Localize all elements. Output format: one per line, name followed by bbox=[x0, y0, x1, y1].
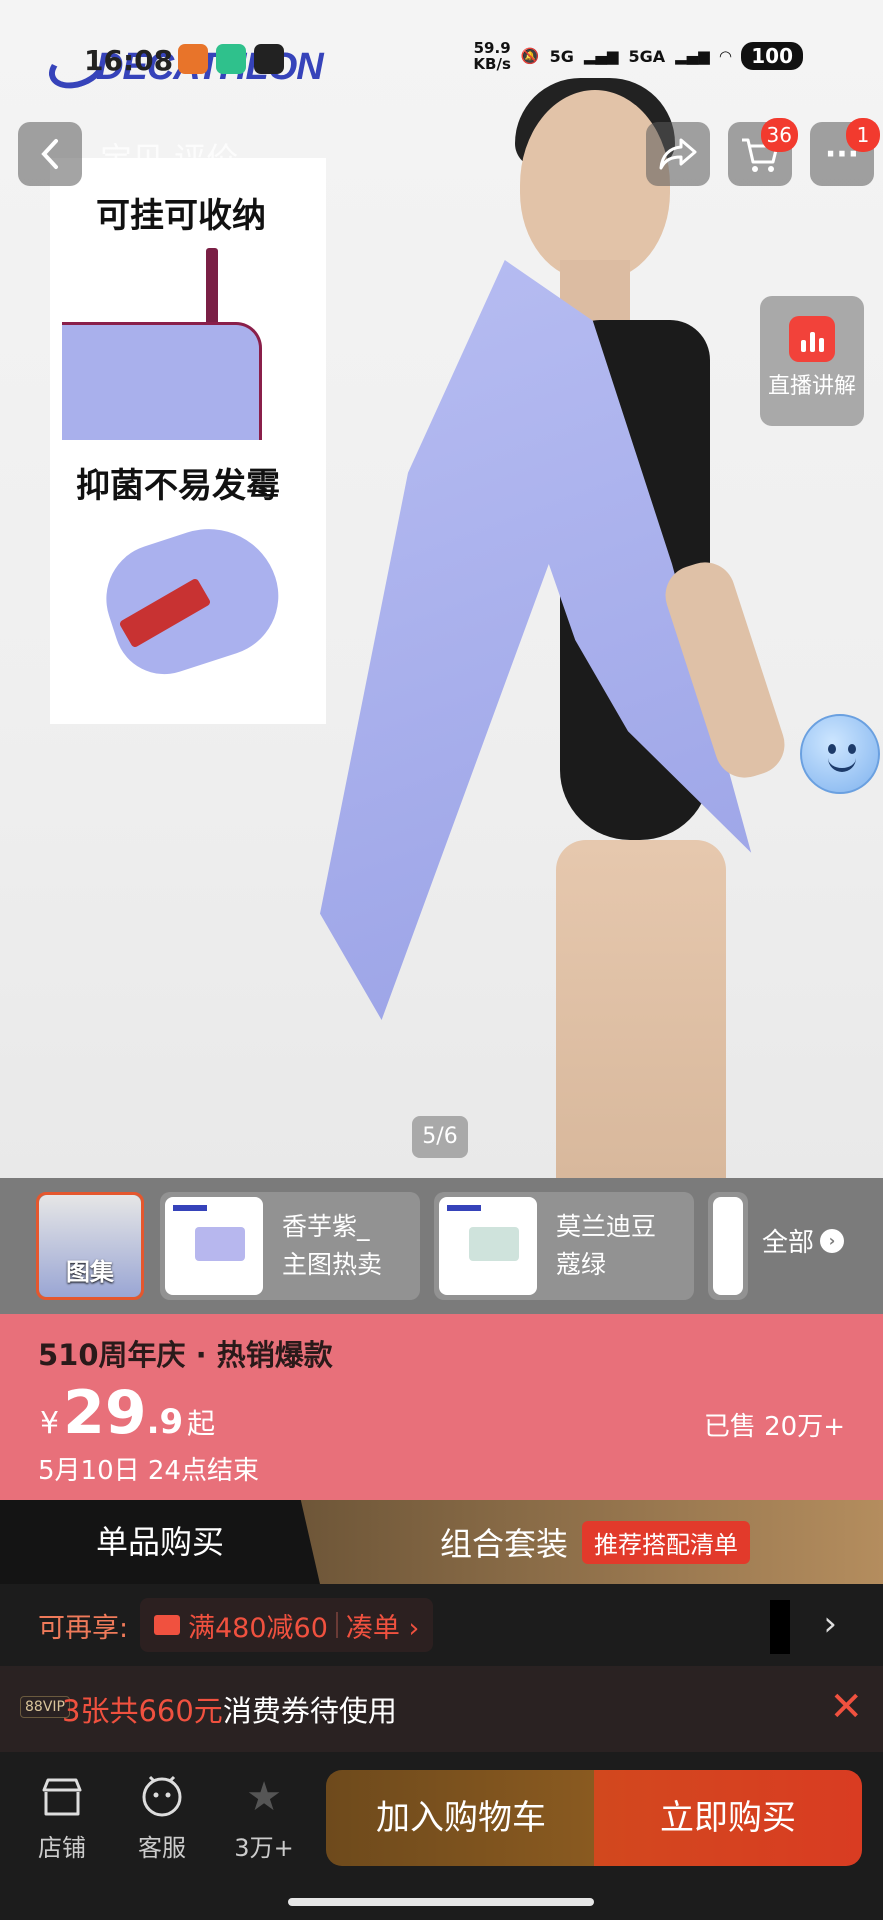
app-notification-icon bbox=[216, 44, 246, 74]
variant-label: 香芋紫_ 主图热卖 bbox=[282, 1212, 383, 1279]
feature-card: 可挂可收纳 抑菌不易发霉 bbox=[50, 158, 326, 724]
variant-label: 莫兰迪豆 蔻绿 bbox=[556, 1212, 657, 1279]
chevron-right-icon[interactable]: › bbox=[823, 1604, 837, 1644]
smiley-eye bbox=[828, 744, 836, 754]
status-app-icons bbox=[178, 44, 284, 74]
variant-partial[interactable] bbox=[708, 1192, 748, 1300]
price: ¥ 29 .9 起 bbox=[40, 1378, 215, 1448]
feature-title-antibacterial: 抑菌不易发霉 bbox=[76, 466, 280, 506]
breadcrumb: 宝贝 评价 bbox=[100, 140, 239, 178]
variant-taro-purple[interactable]: 香芋紫_ 主图热卖 bbox=[160, 1192, 420, 1300]
assistant-smiley-icon[interactable] bbox=[800, 714, 880, 794]
divider bbox=[335, 1612, 338, 1638]
extra-discount-row[interactable]: 可再享: 满480减60 凑单 › › bbox=[0, 1584, 883, 1666]
variant-gallery-thumb[interactable]: 图集 bbox=[36, 1192, 144, 1300]
chevron-left-icon bbox=[41, 139, 58, 169]
close-icon[interactable]: ✕ bbox=[829, 1684, 863, 1730]
variant-thumbnail bbox=[439, 1197, 537, 1295]
store-icon bbox=[22, 1774, 102, 1820]
vip-coupon-row[interactable]: 88VIP 3张共660元消费券待使用 ✕ bbox=[0, 1666, 883, 1752]
feature-title-hang: 可挂可收纳 bbox=[96, 196, 266, 236]
coupon-ticket-icon bbox=[154, 1615, 180, 1635]
customer-service-icon bbox=[122, 1774, 202, 1820]
price-currency: ¥ bbox=[40, 1406, 60, 1441]
model-legs bbox=[556, 840, 726, 1178]
customer-service-button[interactable]: 客服 bbox=[122, 1774, 202, 1863]
share-icon bbox=[659, 138, 697, 170]
price-integer: 29 bbox=[63, 1378, 147, 1448]
variant-thumbnail bbox=[713, 1197, 743, 1295]
signal-bars-icon: ▂▄▆ bbox=[583, 47, 619, 65]
favorite-count: 3万+ bbox=[234, 1834, 294, 1862]
purchase-mode-tabs: 组合套装 推荐搭配清单 单品购买 bbox=[0, 1500, 883, 1584]
all-variants-link[interactable]: 全部 › bbox=[762, 1222, 845, 1259]
battery-indicator: 100 bbox=[741, 42, 803, 70]
promo-deadline: 5月10日 24点结束 bbox=[38, 1456, 259, 1486]
more-button[interactable]: ··· 1 bbox=[810, 118, 880, 186]
towel-loop bbox=[206, 248, 218, 328]
coupon-chip[interactable]: 满480减60 凑单 › bbox=[140, 1598, 434, 1652]
status-time: 16:08 bbox=[84, 44, 174, 77]
tab-bundle[interactable]: 组合套装 推荐搭配清单 bbox=[300, 1500, 883, 1584]
variant-strip: 图集 香芋紫_ 主图热卖 莫兰迪豆 蔻绿 全部 › bbox=[0, 1178, 883, 1314]
network-speed: 59.9 KB/s bbox=[473, 39, 511, 73]
cart-button[interactable]: 36 bbox=[728, 118, 798, 186]
price-suffix: 起 bbox=[187, 1407, 216, 1440]
smiley-mouth bbox=[828, 758, 856, 772]
live-explain-label: 直播讲解 bbox=[767, 374, 856, 399]
home-indicator[interactable] bbox=[288, 1898, 594, 1906]
towel-flat-image bbox=[62, 322, 262, 440]
buy-now-button[interactable]: 立即购买 bbox=[594, 1770, 862, 1866]
store-label: 店铺 bbox=[38, 1834, 86, 1862]
tab-single[interactable]: 单品购买 bbox=[0, 1500, 320, 1584]
share-button[interactable] bbox=[646, 122, 710, 186]
all-variants-label: 全部 bbox=[762, 1228, 815, 1258]
scroll-fade bbox=[770, 1600, 790, 1654]
smiley-eye bbox=[848, 744, 856, 754]
promo-price-banner: 510周年庆 · 热销爆款 ¥ 29 .9 起 已售 20万+ 5月10日 24… bbox=[0, 1314, 883, 1500]
sold-count: 已售 20万+ bbox=[703, 1412, 845, 1442]
star-icon: ★ bbox=[246, 1774, 282, 1820]
customer-service-label: 客服 bbox=[138, 1834, 186, 1862]
gallery-pager: 5/6 bbox=[412, 1116, 468, 1158]
app-notification-icon bbox=[254, 44, 284, 74]
product-gallery[interactable]: 可挂可收纳 抑菌不易发霉 DECATHLON 16:08 59.9 KB/s 🔕… bbox=[0, 0, 883, 1178]
bottom-action-bar: 店铺 客服 ★ 3万+ 加入购物车 立即购买 bbox=[0, 1752, 883, 1920]
model-head bbox=[520, 90, 670, 280]
mute-icon: 🔕 bbox=[520, 47, 540, 65]
vip-coupon-highlight: 3张共660元 bbox=[62, 1694, 223, 1728]
back-button[interactable] bbox=[18, 122, 82, 186]
live-explain-button[interactable]: 直播讲解 bbox=[760, 296, 864, 426]
live-bars-icon bbox=[789, 316, 835, 362]
wifi-icon: ◠ bbox=[719, 47, 732, 65]
variant-morandi-green[interactable]: 莫兰迪豆 蔻绿 bbox=[434, 1192, 694, 1300]
app-notification-icon bbox=[178, 44, 208, 74]
add-to-cart-button[interactable]: 加入购物车 bbox=[326, 1770, 596, 1866]
extra-discount-label: 可再享: bbox=[38, 1613, 129, 1644]
price-decimal: .9 bbox=[146, 1402, 184, 1442]
store-button[interactable]: 店铺 bbox=[22, 1774, 102, 1863]
vip-coupon-desc: 消费券待使用 bbox=[222, 1694, 397, 1728]
chevron-right-icon: › bbox=[820, 1228, 845, 1253]
signal-5ga: 5GA bbox=[628, 46, 666, 66]
vip-coupon-text: 3张共660元消费券待使用 bbox=[62, 1688, 397, 1730]
cart-count-badge: 36 bbox=[760, 118, 798, 152]
message-count-badge: 1 bbox=[846, 118, 880, 152]
favorite-button[interactable]: ★ 3万+ bbox=[224, 1774, 304, 1863]
tab-bundle-label: 组合套装 bbox=[440, 1525, 569, 1563]
coupon-action[interactable]: 凑单 › bbox=[346, 1606, 419, 1645]
recommend-bundle-chip[interactable]: 推荐搭配清单 bbox=[582, 1520, 751, 1564]
status-bar: 16:08 59.9 KB/s 🔕 5G ▂▄▆ 5GA ▂▄▆ ◠ 100 bbox=[0, 38, 883, 82]
promo-title: 510周年庆 · 热销爆款 bbox=[38, 1338, 333, 1372]
signal-bars-icon: ▂▄▆ bbox=[675, 47, 710, 65]
coupon-text: 满480减60 bbox=[188, 1612, 328, 1644]
status-indicators: 59.9 KB/s 🔕 5G ▂▄▆ 5GA ▂▄▆ ◠ 100 bbox=[473, 40, 803, 72]
variant-thumbnail bbox=[165, 1197, 263, 1295]
gallery-tag: 图集 bbox=[66, 1258, 114, 1286]
signal-5g: 5G bbox=[549, 46, 574, 66]
